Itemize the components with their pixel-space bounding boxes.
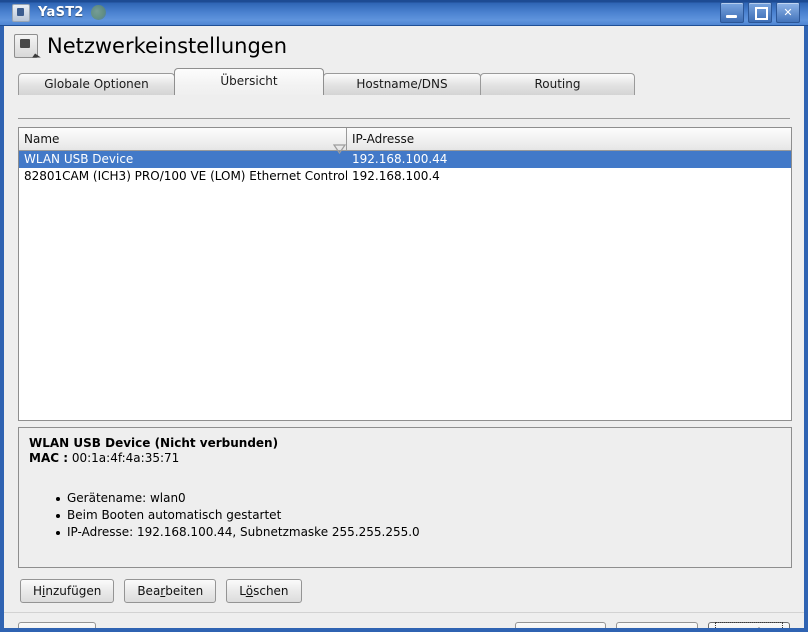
help-label: Hilfe (43, 627, 70, 628)
footer-bar: Hilfe Abbrechen Zurück Beenden (4, 614, 804, 628)
detail-mac-value: 00:1a:4f:4a:35:71 (71, 451, 180, 465)
tab-label: Übersicht (220, 74, 278, 88)
maximize-icon[interactable] (748, 2, 772, 23)
tab-bar: Globale Optionen Übersicht Hostname/DNS … (18, 68, 804, 95)
table-row[interactable]: WLAN USB Device 192.168.100.44 (19, 151, 791, 168)
column-header-label: Name (24, 131, 60, 146)
page-title: Netzwerkeinstellungen (47, 33, 288, 58)
device-table[interactable]: Name IP-Adresse WLAN USB Device 192.168.… (18, 127, 792, 421)
tab-underline (18, 118, 790, 119)
tab-label: Globale Optionen (44, 77, 149, 91)
column-header-label: IP-Adresse (352, 131, 415, 146)
finish-button[interactable]: Beenden (708, 622, 790, 628)
detail-title: WLAN USB Device (Nicht verbunden) (29, 436, 279, 450)
cell-ip: 192.168.100.4 (352, 169, 440, 183)
column-header-ip[interactable]: IP-Adresse (347, 128, 791, 150)
cell-name: WLAN USB Device (24, 152, 134, 166)
yast-window: YaST2 ✕ Netzwerkeinstellungen Globale Op… (0, 0, 808, 632)
suse-logo-icon (90, 5, 106, 20)
window-title: YaST2 (38, 5, 84, 20)
detail-bullet: IP-Adresse: 192.168.100.44, Subnetzmaske… (56, 524, 781, 541)
tab-label: Hostname/DNS (356, 77, 448, 91)
tab-label: Routing (534, 77, 581, 91)
page-header: Netzwerkeinstellungen (4, 26, 804, 64)
detail-bullet: Gerätename: wlan0 (56, 490, 781, 507)
cell-name: 82801CAM (ICH3) PRO/100 VE (LOM) Etherne… (24, 169, 347, 183)
delete-button[interactable]: Löschen (226, 579, 302, 603)
client-area: Netzwerkeinstellungen Globale Optionen Ü… (4, 26, 804, 628)
column-header-name[interactable]: Name (19, 128, 347, 154)
footer-right: Abbrechen Zurück Beenden (515, 622, 790, 628)
detail-bullet-list: Gerätename: wlan0 Beim Booten automatisc… (29, 490, 781, 541)
close-icon[interactable]: ✕ (776, 2, 800, 23)
detail-mac: MAC : 00:1a:4f:4a:35:71 (29, 451, 781, 466)
back-button: Zurück (616, 622, 698, 628)
add-button[interactable]: Hinzufügen (20, 579, 115, 603)
table-row[interactable]: 82801CAM (ICH3) PRO/100 VE (LOM) Etherne… (19, 168, 791, 185)
footer-divider (4, 612, 804, 613)
tab-routing[interactable]: Routing (480, 73, 635, 95)
cancel-button[interactable]: Abbrechen (515, 622, 606, 628)
detail-mac-label: MAC : (29, 451, 69, 465)
yast-icon (12, 3, 30, 22)
cell-ip: 192.168.100.44 (352, 152, 448, 166)
tab-globale-optionen[interactable]: Globale Optionen (18, 73, 175, 95)
detail-bullet: Beim Booten automatisch gestartet (56, 507, 781, 524)
device-detail-panel: WLAN USB Device (Nicht verbunden) MAC : … (18, 427, 792, 568)
window-controls: ✕ (720, 2, 800, 23)
network-settings-icon (14, 34, 38, 58)
window-titlebar[interactable]: YaST2 ✕ (0, 0, 808, 26)
table-header-row: Name IP-Adresse (19, 128, 791, 154)
tab-hostname-dns[interactable]: Hostname/DNS (323, 73, 481, 95)
edit-button[interactable]: Bearbeiten (124, 579, 217, 603)
sort-descending-triangle-icon[interactable] (327, 135, 346, 154)
action-button-row: Hinzufügen Bearbeiten Löschen (20, 579, 302, 603)
minimize-icon[interactable] (720, 2, 744, 23)
help-button[interactable]: Hilfe (18, 622, 96, 628)
tab-uebersicht[interactable]: Übersicht (174, 68, 324, 95)
footer-left: Hilfe (18, 622, 96, 628)
